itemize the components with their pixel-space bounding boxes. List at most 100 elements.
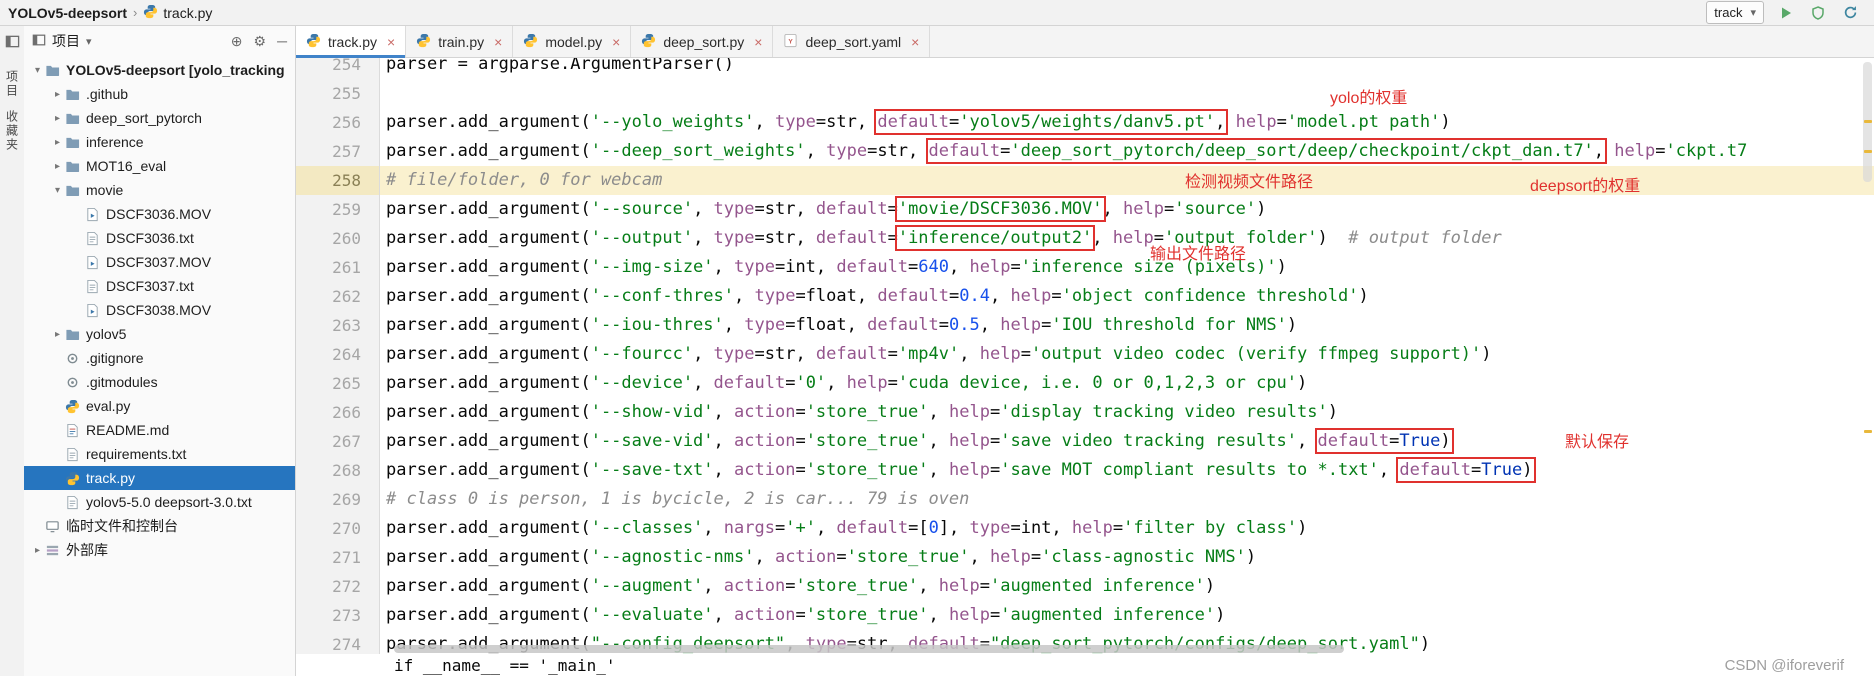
locate-file-icon[interactable]: ⊕ <box>231 33 243 50</box>
tree-item[interactable]: ▾ YOLOv5-deepsort [yolo_tracking <box>24 58 295 82</box>
gutter-line-number[interactable]: 261 <box>296 253 380 282</box>
code-line[interactable]: 262 parser.add_argument('--conf-thres', t… <box>296 282 1874 311</box>
code-editor[interactable]: 254 parser = argparse.ArgumentParser() 255… <box>296 58 1874 654</box>
expander-icon[interactable]: ▸ <box>50 329 65 340</box>
expander-icon[interactable]: ▸ <box>30 545 45 556</box>
gutter-line-number[interactable]: 268 <box>296 456 380 485</box>
gutter-line-number[interactable]: 274 <box>296 630 380 654</box>
editor-tab[interactable]: track.py × <box>296 26 407 58</box>
gutter-line-number[interactable]: 272 <box>296 572 380 601</box>
tree-item[interactable]: DSCF3038.MOV <box>24 298 295 322</box>
code-line[interactable]: 263 parser.add_argument('--iou-thres', ty… <box>296 311 1874 340</box>
tree-item[interactable]: ▸ MOT16_eval <box>24 154 295 178</box>
code-line[interactable]: 271 parser.add_argument('--agnostic-nms',… <box>296 543 1874 572</box>
code-text: parser.add_argument('--img-size', type=i… <box>380 253 1874 282</box>
code-line[interactable]: 269 # class 0 is person, 1 is bycicle, 2 … <box>296 485 1874 514</box>
hide-panel-icon[interactable]: ─ <box>277 33 287 50</box>
tree-item[interactable]: ▸ .github <box>24 82 295 106</box>
code-line[interactable]: 254 parser = argparse.ArgumentParser() <box>296 58 1874 79</box>
gutter-line-number[interactable]: 271 <box>296 543 380 572</box>
error-stripe-mark[interactable] <box>1864 430 1872 433</box>
expander-icon[interactable]: ▸ <box>50 113 65 124</box>
code-line[interactable]: 267 parser.add_argument('--save-vid', act… <box>296 427 1874 456</box>
breadcrumb-item[interactable]: YOLOv5-deepsort <box>8 5 127 21</box>
tree-item[interactable]: track.py <box>24 466 295 490</box>
code-line[interactable]: 256 parser.add_argument('--yolo_weights',… <box>296 108 1874 137</box>
error-stripe-mark[interactable] <box>1864 120 1872 123</box>
tree-item[interactable]: yolov5-5.0 deepsort-3.0.txt <box>24 490 295 514</box>
tool-window-stripe-button[interactable]: 收藏夹 <box>4 110 21 152</box>
code-token: help <box>989 547 1031 567</box>
tree-item[interactable]: eval.py <box>24 394 295 418</box>
gutter-line-number[interactable]: 266 <box>296 398 380 427</box>
tool-window-icon[interactable] <box>5 34 20 54</box>
editor-tab[interactable]: train.py × <box>406 26 514 57</box>
tab-close-icon[interactable]: × <box>911 34 919 50</box>
code-line[interactable]: 261 parser.add_argument('--img-size', typ… <box>296 253 1874 282</box>
gutter-line-number[interactable]: 255 <box>296 79 380 108</box>
editor-tab[interactable]: Ydeep_sort.yaml × <box>773 26 931 57</box>
gutter-line-number[interactable]: 262 <box>296 282 380 311</box>
code-line[interactable]: 260 parser.add_argument('--output', type=… <box>296 224 1874 253</box>
code-line[interactable]: 266 parser.add_argument('--show-vid', act… <box>296 398 1874 427</box>
expander-icon[interactable]: ▸ <box>50 89 65 100</box>
project-panel-title[interactable]: 项目 <box>52 31 80 51</box>
code-line[interactable]: 265 parser.add_argument('--device', defau… <box>296 369 1874 398</box>
error-stripe-mark[interactable] <box>1864 150 1872 153</box>
tree-item[interactable]: ▸ yolov5 <box>24 322 295 346</box>
gutter-line-number[interactable]: 263 <box>296 311 380 340</box>
expander-icon[interactable]: ▸ <box>50 161 65 172</box>
tab-close-icon[interactable]: × <box>754 34 762 50</box>
tab-close-icon[interactable]: × <box>494 34 502 50</box>
tab-close-icon[interactable]: × <box>387 34 395 50</box>
tree-item[interactable]: ▾ movie <box>24 178 295 202</box>
expander-icon[interactable]: ▾ <box>50 185 65 196</box>
editor-tab[interactable]: model.py × <box>513 26 632 57</box>
gutter-line-number[interactable]: 267 <box>296 427 380 456</box>
tree-item[interactable]: .gitignore <box>24 346 295 370</box>
gutter-line-number[interactable]: 256 <box>296 108 380 137</box>
tool-window-stripe-button[interactable]: 项目 <box>4 70 21 98</box>
code-line[interactable]: 270 parser.add_argument('--classes', narg… <box>296 514 1874 543</box>
tree-item[interactable]: DSCF3037.MOV <box>24 250 295 274</box>
code-line[interactable]: 268 parser.add_argument('--save-txt', act… <box>296 456 1874 485</box>
settings-gear-icon[interactable]: ⚙ <box>254 33 267 50</box>
code-line[interactable]: 257 parser.add_argument('--deep_sort_weig… <box>296 137 1874 166</box>
gutter-line-number[interactable]: 259 <box>296 195 380 224</box>
tree-item[interactable]: 临时文件和控制台 <box>24 514 295 538</box>
gutter-line-number[interactable]: 269 <box>296 485 380 514</box>
tree-item[interactable]: ▸ deep_sort_pytorch <box>24 106 295 130</box>
expander-icon[interactable]: ▾ <box>30 65 45 76</box>
code-line[interactable]: 259 parser.add_argument('--source', type=… <box>296 195 1874 224</box>
code-line[interactable]: 255 <box>296 79 1874 108</box>
tab-close-icon[interactable]: × <box>612 34 620 50</box>
tree-item[interactable]: ▸ 外部库 <box>24 538 295 562</box>
code-line[interactable]: 273 parser.add_argument('--evaluate', act… <box>296 601 1874 630</box>
tree-item[interactable]: DSCF3036.txt <box>24 226 295 250</box>
code-line[interactable]: 264 parser.add_argument('--fourcc', type=… <box>296 340 1874 369</box>
breadcrumb-item[interactable]: track.py <box>143 4 212 22</box>
sync-button[interactable] <box>1840 3 1860 23</box>
code-line[interactable]: 272 parser.add_argument('--augment', acti… <box>296 572 1874 601</box>
gutter-line-number[interactable]: 254 <box>296 58 380 79</box>
tree-item[interactable]: DSCF3036.MOV <box>24 202 295 226</box>
gutter-line-number[interactable]: 270 <box>296 514 380 543</box>
run-with-coverage-button[interactable] <box>1808 3 1828 23</box>
tree-item[interactable]: requirements.txt <box>24 442 295 466</box>
horizontal-scrollbar[interactable] <box>394 645 1344 653</box>
run-button[interactable] <box>1776 3 1796 23</box>
gutter-line-number[interactable]: 260 <box>296 224 380 253</box>
editor-tab[interactable]: deep_sort.py × <box>631 26 774 57</box>
tree-item[interactable]: DSCF3037.txt <box>24 274 295 298</box>
gutter-line-number[interactable]: 264 <box>296 340 380 369</box>
tree-item[interactable]: README.md <box>24 418 295 442</box>
gutter-line-number[interactable]: 258 <box>296 166 380 195</box>
tree-item[interactable]: .gitmodules <box>24 370 295 394</box>
expander-icon[interactable]: ▸ <box>50 137 65 148</box>
gutter-line-number[interactable]: 265 <box>296 369 380 398</box>
gutter-line-number[interactable]: 273 <box>296 601 380 630</box>
tree-item[interactable]: ▸ inference <box>24 130 295 154</box>
chevron-down-icon[interactable]: ▾ <box>86 35 92 48</box>
gutter-line-number[interactable]: 257 <box>296 137 380 166</box>
run-configuration-select[interactable]: track ▾ <box>1706 1 1764 24</box>
